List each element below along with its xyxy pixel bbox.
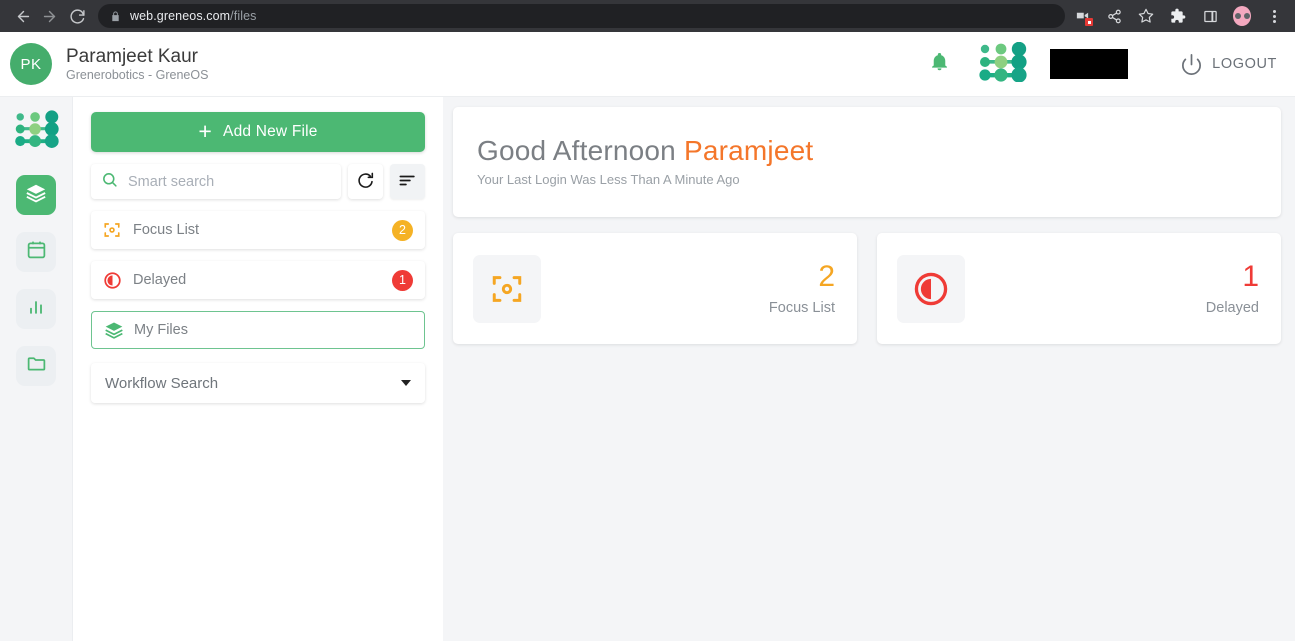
- file-list-panel: + Add New File Smart search Focus List 2…: [73, 97, 443, 641]
- greeting-line: Good Afternoon Paramjeet: [477, 135, 1281, 167]
- badge-count: 2: [392, 219, 413, 241]
- nav-item-my-files[interactable]: My Files: [91, 311, 425, 349]
- sort-filter-button[interactable]: [390, 164, 425, 199]
- header-actions: LOGOUT: [929, 41, 1277, 87]
- greeting-card: Good Afternoon Paramjeet Your Last Login…: [453, 107, 1281, 217]
- sidebar-rail: [0, 97, 73, 641]
- greneos-logo: [974, 41, 1030, 87]
- url-text: web.greneos.com/files: [130, 9, 256, 23]
- kebab-menu-icon[interactable]: [1265, 7, 1283, 25]
- nav-item-focus-list[interactable]: Focus List 2: [91, 211, 425, 249]
- bell-icon[interactable]: [929, 51, 950, 77]
- nav-item-delayed[interactable]: Delayed 1: [91, 261, 425, 299]
- redacted-box: [1050, 49, 1129, 79]
- browser-toolbar: web.greneos.com/files: [0, 0, 1295, 32]
- user-name: Paramjeet Kaur: [66, 45, 199, 67]
- main-content: Good Afternoon Paramjeet Your Last Login…: [443, 97, 1295, 641]
- url-path: /files: [230, 9, 257, 23]
- record-badge: [1085, 18, 1093, 26]
- badge-count: 1: [392, 269, 413, 291]
- stat-label: Delayed: [1205, 299, 1259, 316]
- greeting-name: Paramjeet: [683, 135, 814, 166]
- address-bar[interactable]: web.greneos.com/files: [98, 4, 1065, 28]
- chevron-down-icon: [401, 380, 411, 386]
- stat-value: 2: [818, 259, 835, 293]
- side-panel-icon[interactable]: [1201, 7, 1219, 25]
- smart-search-box[interactable]: [91, 164, 341, 199]
- app-header: PK Paramjeet Kaur Grenerobotics - GreneO…: [0, 32, 1295, 97]
- sort-filter-icon: [398, 171, 417, 193]
- sidebar-item-calendar[interactable]: [16, 232, 56, 272]
- reload-icon[interactable]: [64, 3, 90, 29]
- delayed-clock-icon: [897, 254, 965, 323]
- greneos-logo: [10, 110, 62, 153]
- stat-card-focus-list[interactable]: 2 Focus List: [453, 233, 857, 344]
- bookmark-star-icon[interactable]: [1137, 7, 1155, 25]
- refresh-button[interactable]: [348, 164, 383, 199]
- back-arrow-icon[interactable]: [10, 3, 36, 29]
- logout-label: LOGOUT: [1212, 56, 1277, 72]
- forward-arrow-icon[interactable]: [36, 3, 62, 29]
- bar-chart-icon: [26, 297, 46, 322]
- layers-icon: [104, 320, 126, 340]
- search-input[interactable]: [128, 173, 331, 190]
- refresh-icon: [356, 171, 375, 193]
- search-icon: [101, 171, 118, 193]
- sidebar-item-folders[interactable]: [16, 346, 56, 386]
- stat-cards: 2 Focus List 1 Delayed: [453, 233, 1281, 344]
- nav-item-label: My Files: [134, 322, 188, 338]
- workflow-search-label: Workflow Search: [105, 374, 219, 392]
- focus-scan-icon: [103, 221, 125, 239]
- lock-icon: [110, 10, 121, 22]
- plus-icon: +: [198, 117, 213, 144]
- nav-item-label: Delayed: [133, 272, 187, 288]
- user-org: Grenerobotics - GreneOS: [66, 68, 209, 83]
- last-login-text: Your Last Login Was Less Than A Minute A…: [477, 172, 740, 187]
- share-icon[interactable]: [1105, 7, 1123, 25]
- sidebar-item-analytics[interactable]: [16, 289, 56, 329]
- url-domain: web.greneos.com: [130, 9, 231, 23]
- screen-record-icon[interactable]: [1073, 7, 1093, 26]
- logout-button[interactable]: LOGOUT: [1180, 53, 1277, 76]
- search-row: [91, 164, 425, 199]
- delayed-clock-icon: [103, 271, 125, 290]
- browser-actions: [1073, 6, 1285, 26]
- add-new-file-button[interactable]: + Add New File: [91, 112, 425, 152]
- layers-icon: [25, 182, 47, 209]
- sidebar-item-files[interactable]: [16, 175, 56, 215]
- profile-avatar-icon[interactable]: [1233, 6, 1251, 26]
- user-info: Paramjeet Kaur Grenerobotics - GreneOS: [66, 46, 208, 83]
- add-new-file-label: Add New File: [223, 123, 318, 140]
- stat-card-delayed[interactable]: 1 Delayed: [877, 233, 1281, 344]
- calendar-icon: [26, 239, 47, 265]
- stat-value: 1: [1242, 259, 1259, 293]
- extensions-puzzle-icon[interactable]: [1169, 7, 1187, 25]
- app-body: + Add New File Smart search Focus List 2…: [0, 97, 1295, 641]
- nav-item-label: Focus List: [133, 222, 200, 238]
- stat-text: 2 Focus List: [768, 259, 835, 316]
- workflow-search-dropdown[interactable]: Workflow Search: [91, 363, 425, 403]
- folder-icon: [26, 353, 47, 379]
- focus-scan-icon: [473, 254, 541, 323]
- stat-text: 1 Delayed: [1205, 259, 1259, 316]
- avatar[interactable]: PK: [10, 43, 52, 85]
- stat-label: Focus List: [768, 299, 835, 316]
- greeting-prefix: Good Afternoon: [477, 135, 676, 166]
